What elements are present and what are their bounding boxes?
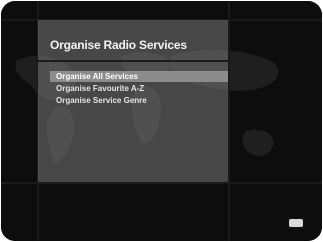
title-bar: Organise Radio Services xyxy=(38,20,228,60)
menu-item-label: Organise All Services xyxy=(56,72,138,81)
menu-item-label: Organise Service Genre xyxy=(56,96,147,105)
menu-item-organise-service-genre[interactable]: Organise Service Genre xyxy=(50,95,228,106)
menu-item-organise-favourite-a-z[interactable]: Organise Favourite A-Z xyxy=(50,83,228,94)
tv-screen: Organise Radio Services Organise All Ser… xyxy=(1,1,322,241)
brand-logo-icon xyxy=(289,219,303,227)
menu-list: Organise All Services Organise Favourite… xyxy=(50,71,228,107)
frame-line-bottom xyxy=(1,182,322,184)
menu-item-organise-all-services[interactable]: Organise All Services xyxy=(50,71,228,82)
menu-item-label: Organise Favourite A-Z xyxy=(56,84,145,93)
frame-line-right xyxy=(228,1,230,241)
menu-panel: Organise Radio Services Organise All Ser… xyxy=(38,20,228,182)
page-title: Organise Radio Services xyxy=(50,38,187,52)
title-divider xyxy=(38,60,228,62)
